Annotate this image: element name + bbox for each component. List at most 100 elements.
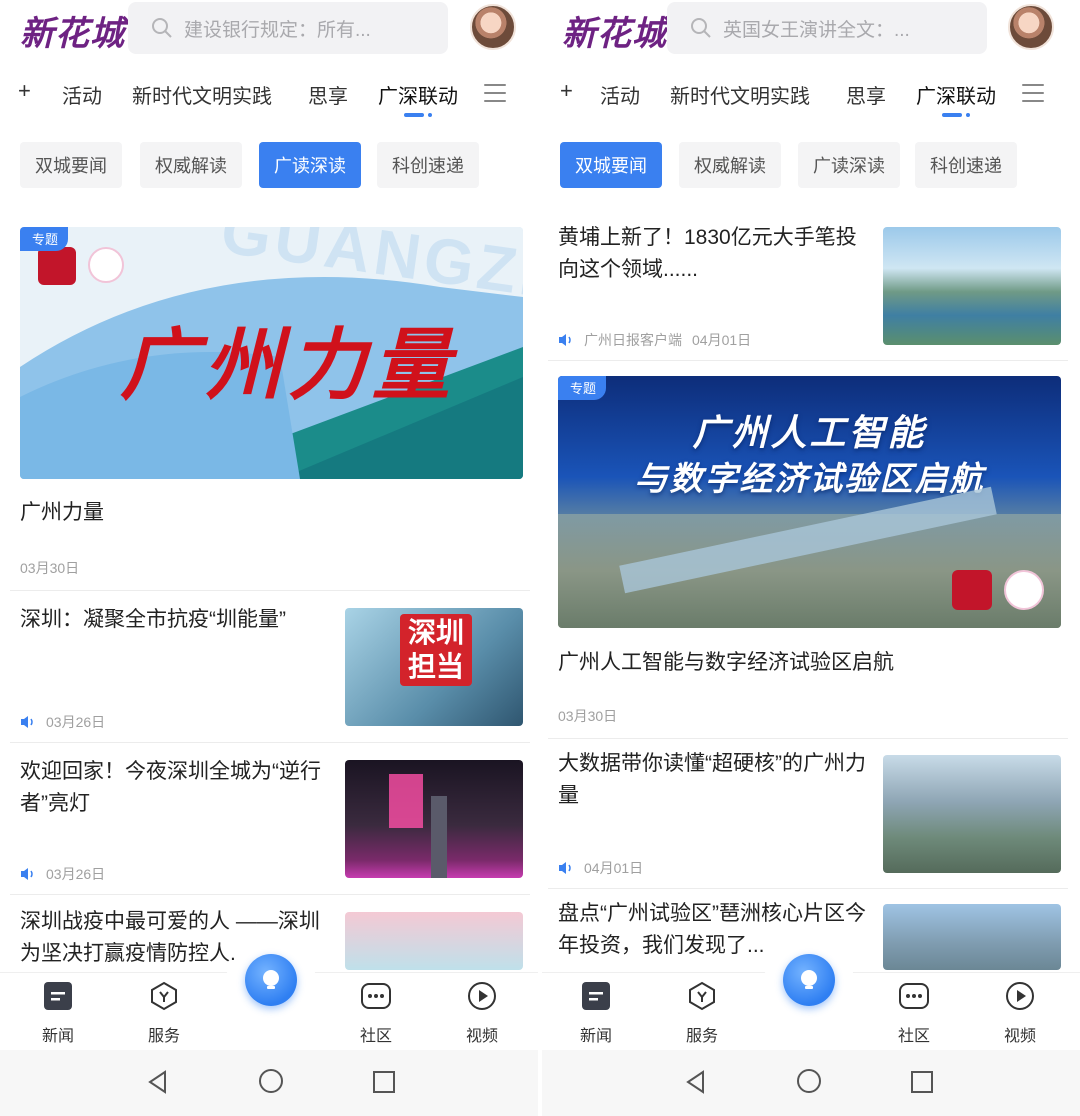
news-title[interactable]: 大数据带你读懂“超硬核”的广州力量: [558, 748, 868, 812]
nav-community[interactable]: 社区: [884, 981, 944, 1046]
news-thumbnail[interactable]: [883, 755, 1061, 873]
audio-icon: [21, 868, 33, 880]
news-thumbnail[interactable]: 深圳 担当: [345, 608, 523, 726]
center-action-button[interactable]: [245, 954, 297, 1006]
news-thumbnail[interactable]: [345, 912, 523, 970]
news-meta: 03月26日: [20, 712, 105, 732]
video-icon: [468, 982, 496, 1010]
feature-date: 03月30日: [558, 708, 618, 724]
tab-thinking[interactable]: 思享: [846, 80, 886, 109]
thumb-text-2: 担当: [407, 651, 464, 682]
menu-icon[interactable]: [484, 84, 506, 102]
subtab-deep-read[interactable]: 广读深读: [798, 142, 900, 188]
left-screen: 新花城 建设银行规定：所有... + 活动 新时代文明实践 思享 广深联动 双城…: [0, 0, 538, 1116]
channel-tabs: + 活动 新时代文明实践 思享 广深联动: [542, 76, 1080, 117]
service-icon: [151, 981, 177, 1011]
tab-activity[interactable]: 活动: [600, 80, 640, 109]
app-header: 新花城 建设银行规定：所有...: [0, 0, 538, 58]
service-icon: [689, 981, 715, 1011]
news-title[interactable]: 黄埔上新了！1830亿元大手笔投向这个领域......: [558, 222, 868, 286]
nav-service[interactable]: 服务: [134, 981, 194, 1046]
search-input[interactable]: 建设银行规定：所有...: [128, 2, 448, 54]
tab-civilization[interactable]: 新时代文明实践: [670, 80, 810, 109]
channel-tabs: + 活动 新时代文明实践 思享 广深联动: [0, 76, 538, 117]
tab-guangshen[interactable]: 广深联动: [378, 80, 458, 109]
news-title[interactable]: 深圳：凝聚全市抗疫“圳能量”: [20, 604, 330, 636]
nav-label: 服务: [147, 1028, 180, 1045]
nav-news[interactable]: 新闻: [566, 981, 626, 1046]
news-meta: 03月26日: [20, 864, 105, 884]
news-date: 03月26日: [46, 714, 106, 730]
subtab-authority[interactable]: 权威解读: [140, 142, 242, 188]
nav-video[interactable]: 视频: [452, 981, 512, 1046]
center-action-button[interactable]: [783, 954, 835, 1006]
feature-banner[interactable]: GUANGZHO 专题 广州力量: [20, 227, 523, 479]
divider: [10, 590, 530, 591]
system-nav-bar: [0, 1050, 538, 1116]
tab-guangshen[interactable]: 广深联动: [916, 80, 996, 109]
news-meta: 04月01日: [558, 858, 643, 878]
news-thumbnail[interactable]: [883, 904, 1061, 970]
audio-icon: [21, 716, 33, 728]
home-icon[interactable]: [258, 1068, 284, 1094]
tab-indicator-dot: [966, 113, 970, 117]
subtab-authority[interactable]: 权威解读: [679, 142, 781, 188]
tab-activity[interactable]: 活动: [62, 80, 102, 109]
subtab-deep-read[interactable]: 广读深读: [259, 142, 361, 188]
app-logo: 新花城: [562, 14, 667, 54]
add-channel-button[interactable]: +: [560, 78, 573, 104]
recents-icon[interactable]: [372, 1070, 396, 1094]
home-icon[interactable]: [796, 1068, 822, 1094]
nav-label: 视频: [465, 1028, 498, 1045]
feature-title[interactable]: 广州人工智能与数字经济试验区启航: [558, 646, 894, 676]
nav-news[interactable]: 新闻: [28, 981, 88, 1046]
tab-thinking[interactable]: 思享: [308, 80, 348, 109]
subtab-city-news[interactable]: 双城要闻: [20, 142, 122, 188]
nav-label: 视频: [1003, 1028, 1036, 1045]
tab-indicator-dot: [428, 113, 432, 117]
news-source: 广州日报客户端: [584, 332, 682, 348]
feature-date: 03月30日: [20, 560, 80, 576]
video-icon: [1006, 982, 1034, 1010]
back-icon[interactable]: [146, 1070, 170, 1094]
gzdaily-logo: [952, 570, 992, 610]
subtab-city-news[interactable]: 双城要闻: [560, 142, 662, 188]
nav-service[interactable]: 服务: [672, 981, 732, 1046]
app-header: 新花城 英国女王演讲全文：...: [542, 0, 1080, 58]
subtab-tech[interactable]: 科创速递: [377, 142, 479, 188]
feature-title[interactable]: 广州力量: [20, 496, 104, 526]
divider: [548, 888, 1068, 889]
news-icon: [582, 982, 610, 1010]
community-icon: [899, 983, 929, 1009]
recents-icon[interactable]: [910, 1070, 934, 1094]
subtab-tech[interactable]: 科创速递: [915, 142, 1017, 188]
menu-icon[interactable]: [1022, 84, 1044, 102]
news-date: 04月01日: [692, 332, 752, 348]
banner-line-1: 广州人工智能: [692, 412, 927, 453]
gzdaily-logo: [38, 247, 76, 285]
bulb-icon: [263, 970, 279, 989]
nav-community[interactable]: 社区: [346, 981, 406, 1046]
nav-label: 新闻: [41, 1028, 74, 1045]
avatar[interactable]: [470, 4, 516, 50]
avatar[interactable]: [1008, 4, 1054, 50]
news-thumbnail[interactable]: [883, 227, 1061, 345]
thumb-text-1: 深圳: [407, 617, 464, 648]
tab-indicator: [404, 113, 424, 117]
search-icon: [691, 18, 711, 38]
back-icon[interactable]: [684, 1070, 708, 1094]
system-nav-bar: [542, 1050, 1080, 1116]
news-title[interactable]: 欢迎回家！今夜深圳全城为“逆行者”亮灯: [20, 756, 330, 820]
tab-civilization[interactable]: 新时代文明实践: [132, 80, 272, 109]
add-channel-button[interactable]: +: [18, 78, 31, 104]
feature-banner[interactable]: 专题 广州人工智能 与数字经济试验区启航: [558, 376, 1061, 628]
divider: [10, 894, 530, 895]
news-thumbnail[interactable]: [345, 760, 523, 878]
nav-label: 社区: [897, 1028, 930, 1045]
news-date: 04月01日: [584, 860, 644, 876]
divider: [10, 742, 530, 743]
app-logo: 新花城: [20, 14, 125, 54]
search-placeholder: 建设银行规定：所有...: [184, 19, 371, 41]
search-input[interactable]: 英国女王演讲全文：...: [667, 2, 987, 54]
nav-video[interactable]: 视频: [990, 981, 1050, 1046]
